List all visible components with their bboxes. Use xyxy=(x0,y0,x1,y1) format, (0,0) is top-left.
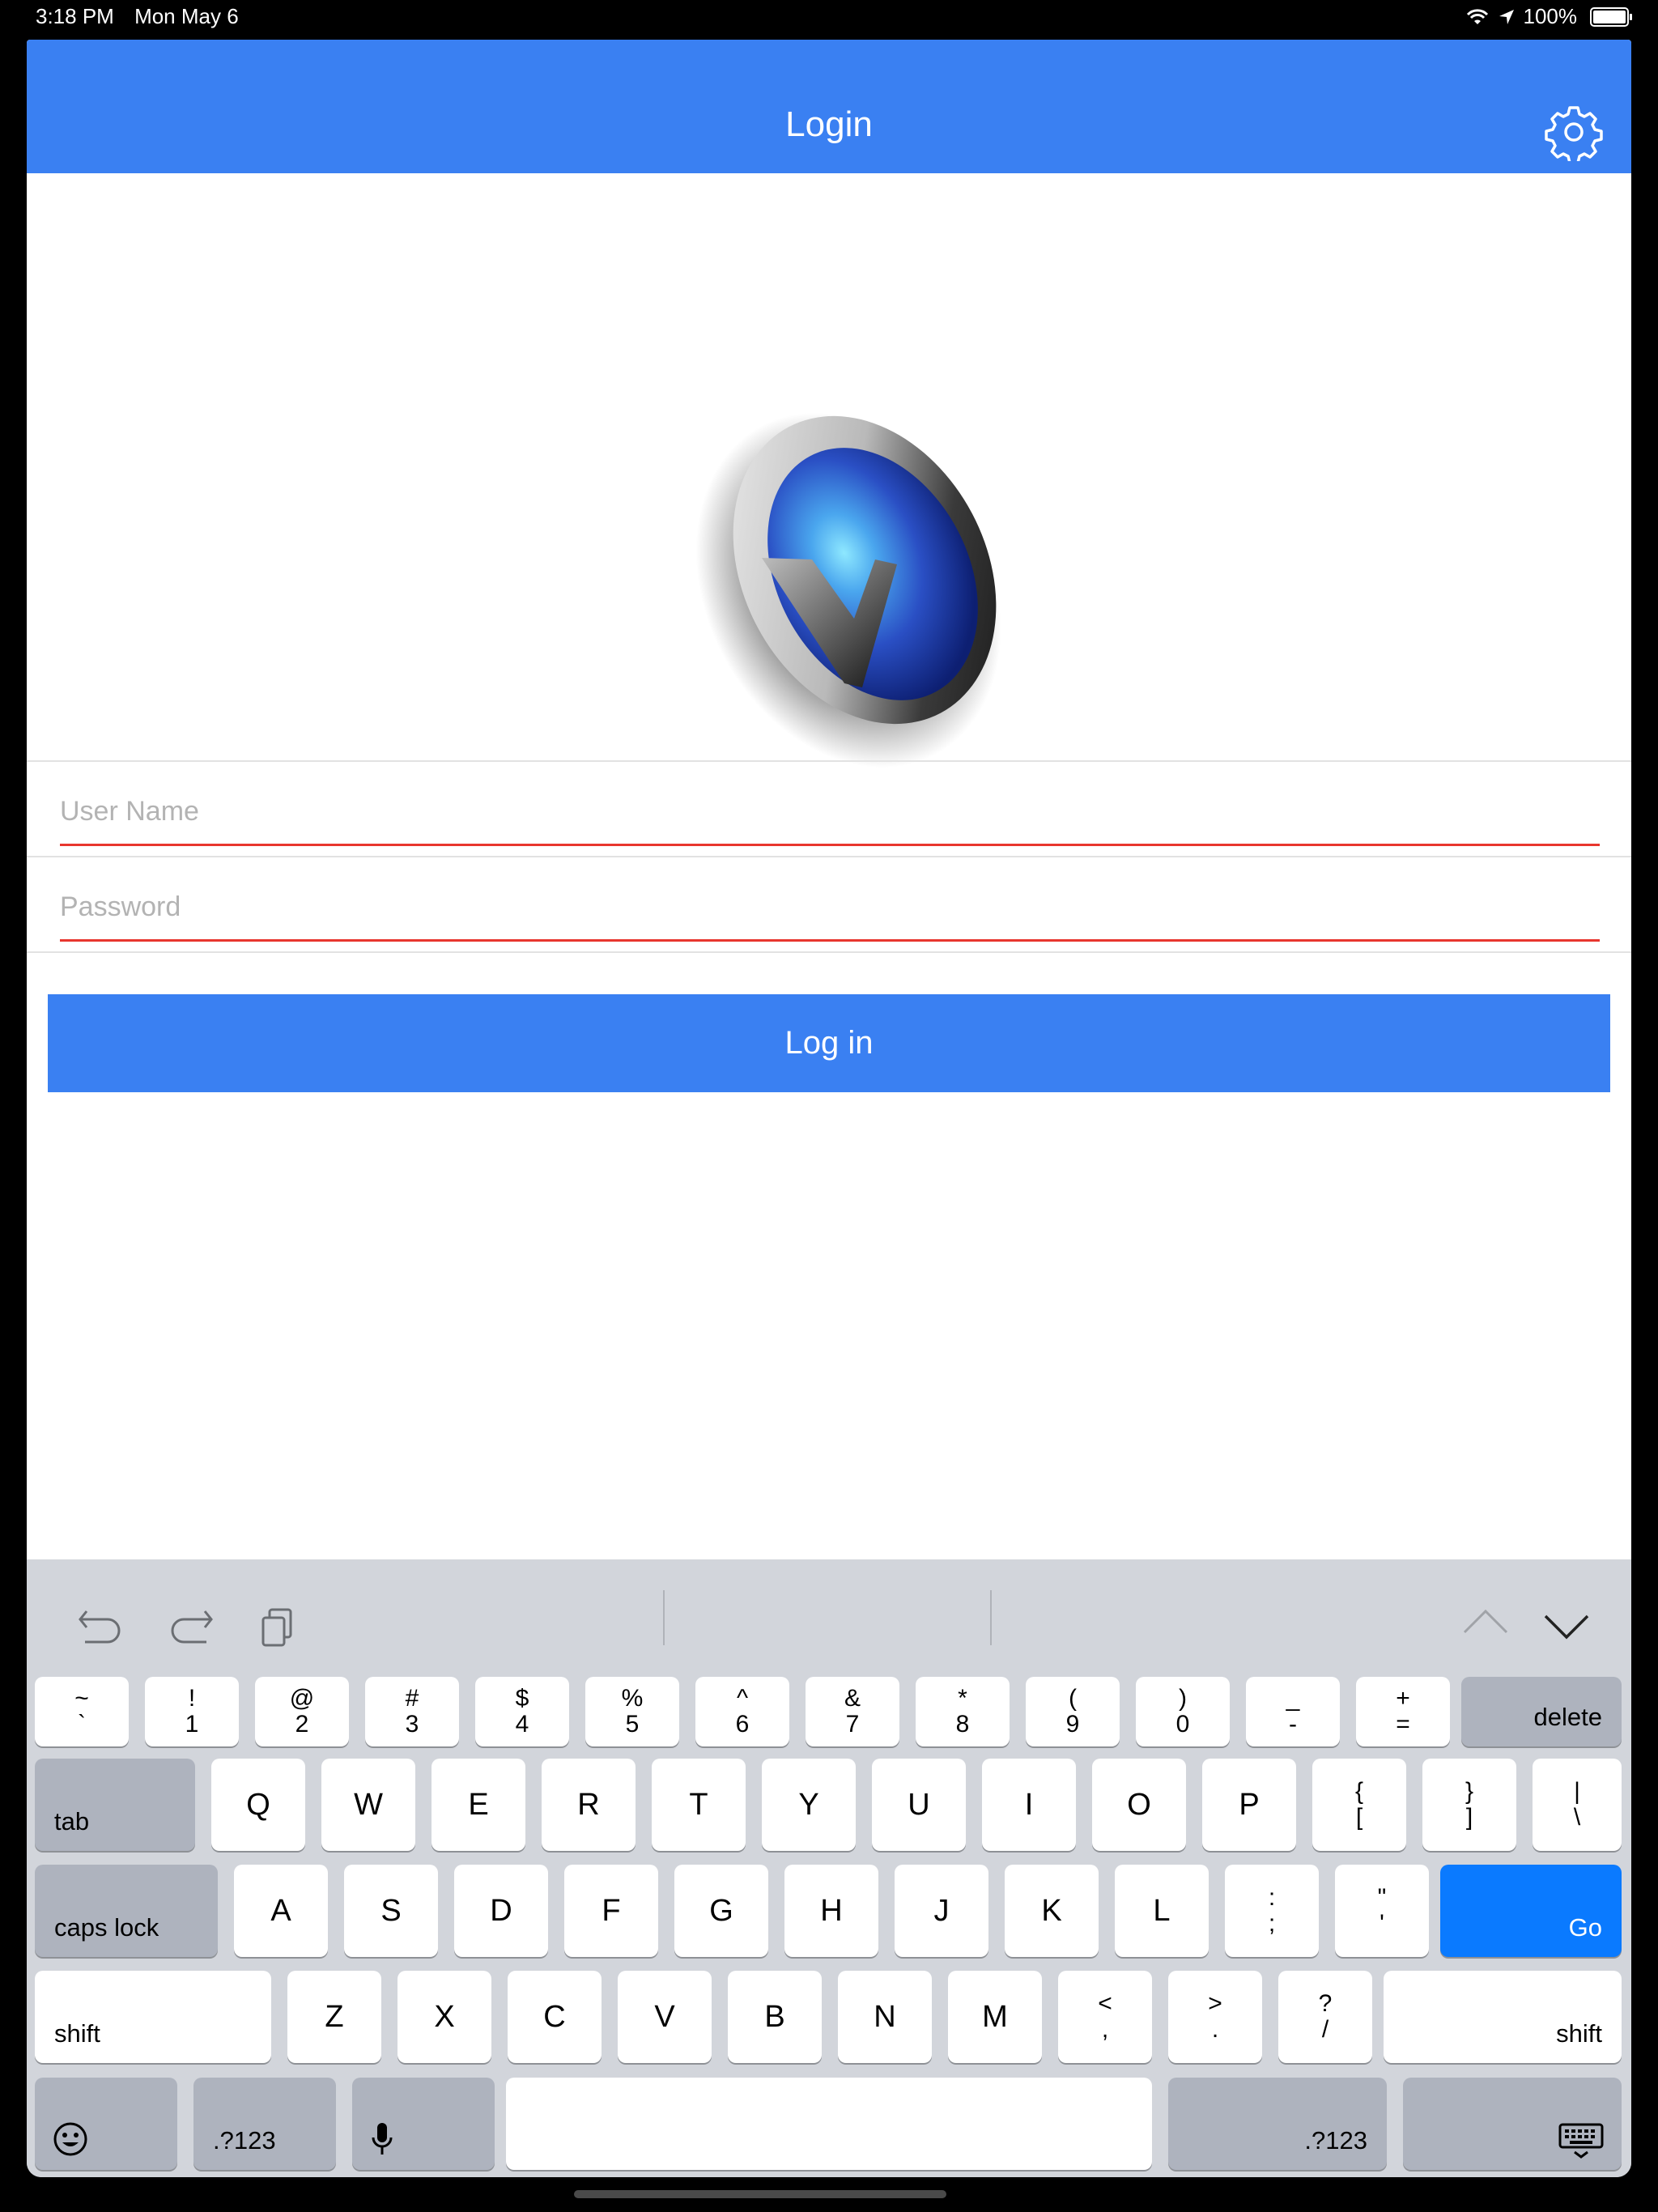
key-0[interactable]: ) 0 xyxy=(1136,1677,1230,1746)
key-1[interactable]: ! 1 xyxy=(145,1677,239,1746)
key-a[interactable]: A xyxy=(234,1865,328,1957)
key-7[interactable]: & 7 xyxy=(806,1677,899,1746)
key-8[interactable]: * 8 xyxy=(916,1677,1010,1746)
key-e[interactable]: E xyxy=(432,1759,525,1851)
key-c[interactable]: C xyxy=(508,1971,602,2063)
divider xyxy=(27,856,1631,857)
numeric-right-key[interactable]: .?123 xyxy=(1168,2078,1387,2170)
key-s[interactable]: S xyxy=(344,1865,438,1957)
key-bracket-left[interactable]: {[ xyxy=(1312,1759,1406,1851)
space-bar[interactable] xyxy=(506,2078,1152,2170)
undo-icon[interactable] xyxy=(75,1600,127,1652)
key-4[interactable]: $4 xyxy=(475,1677,569,1746)
emoji-icon xyxy=(53,2122,87,2156)
caps-lock-key[interactable]: caps lock xyxy=(35,1865,218,1957)
key-n[interactable]: N xyxy=(838,1971,932,2063)
status-date: Mon May 6 xyxy=(134,4,239,28)
key-k[interactable]: K xyxy=(1005,1865,1099,1957)
shift-left-key[interactable]: shift xyxy=(35,1971,271,2063)
key-9[interactable]: (9 xyxy=(1026,1677,1120,1746)
key-bracket-right[interactable]: }] xyxy=(1422,1759,1516,1851)
chevron-down-icon[interactable] xyxy=(1541,1600,1592,1652)
key-equals[interactable]: + = xyxy=(1356,1677,1450,1746)
wifi-icon xyxy=(1466,8,1488,24)
key-g[interactable]: G xyxy=(674,1865,768,1957)
numeric-left-key[interactable]: .?123 xyxy=(193,2078,336,2170)
key-backslash[interactable]: | \ xyxy=(1533,1759,1622,1851)
key-b[interactable]: B xyxy=(728,1971,822,2063)
key-comma[interactable]: <, xyxy=(1058,1971,1152,2063)
home-indicator[interactable] xyxy=(574,2190,946,2198)
tab-key[interactable]: tab xyxy=(35,1759,195,1851)
key-v[interactable]: V xyxy=(618,1971,712,2063)
on-screen-keyboard: ~ ` ! 1 @2 #3 $4 % 5 ^ 6 & 7 * 8 (9 ) 0 _ - + = d… xyxy=(27,1559,1631,2177)
key-2[interactable]: @2 xyxy=(255,1677,349,1746)
toolbar-divider xyxy=(663,1590,665,1645)
hide-keyboard-key[interactable] xyxy=(1403,2078,1622,2170)
key-x[interactable]: X xyxy=(397,1971,491,2063)
key-f[interactable]: F xyxy=(564,1865,658,1957)
key-quote[interactable]: " ' xyxy=(1335,1865,1429,1957)
key-q[interactable]: Q xyxy=(211,1759,305,1851)
key-period[interactable]: >. xyxy=(1168,1971,1262,2063)
toolbar-divider xyxy=(990,1590,992,1645)
dictation-key[interactable] xyxy=(352,2078,495,2170)
go-key[interactable]: Go xyxy=(1440,1865,1622,1957)
key-p[interactable]: P xyxy=(1202,1759,1296,1851)
key-t[interactable]: T xyxy=(652,1759,746,1851)
shift-right-key[interactable]: shift xyxy=(1384,1971,1622,2063)
app-window: Login User Name Log in ~ ` ! 1 @ 2 # 3 $… xyxy=(27,40,1631,2177)
hide-keyboard-icon xyxy=(1558,2123,1604,2159)
key-z[interactable]: Z xyxy=(287,1971,381,2063)
battery-icon xyxy=(1590,6,1632,27)
battery-percent: 100% xyxy=(1523,4,1578,28)
emoji-key[interactable] xyxy=(35,2078,177,2170)
status-bar: 3:18 PM Mon May 6 100% xyxy=(0,0,1658,34)
key-semicolon[interactable]: :; xyxy=(1225,1865,1319,1957)
key-y[interactable]: Y xyxy=(762,1759,856,1851)
delete-key[interactable]: delete xyxy=(1461,1677,1622,1746)
chevron-up-icon[interactable] xyxy=(1460,1600,1511,1652)
gear-icon[interactable] xyxy=(1545,103,1603,161)
key-minus[interactable]: _ - xyxy=(1246,1677,1340,1746)
key-o[interactable]: O xyxy=(1092,1759,1186,1851)
divider xyxy=(27,951,1631,953)
key-m[interactable]: M xyxy=(948,1971,1042,2063)
nav-bar: Login xyxy=(27,40,1631,173)
key-j[interactable]: J xyxy=(895,1865,988,1957)
paste-icon[interactable] xyxy=(253,1600,305,1652)
divider xyxy=(27,760,1631,762)
page-title: Login xyxy=(785,104,873,144)
key-r[interactable]: R xyxy=(542,1759,636,1851)
status-time: 3:18 PM xyxy=(36,4,114,28)
key-u[interactable]: U xyxy=(872,1759,966,1851)
key-3[interactable]: #3 xyxy=(365,1677,459,1746)
redo-icon[interactable] xyxy=(164,1600,216,1652)
location-icon xyxy=(1499,9,1514,24)
key-d[interactable]: D xyxy=(454,1865,548,1957)
key-i[interactable]: I xyxy=(982,1759,1076,1851)
key-h[interactable]: H xyxy=(784,1865,878,1957)
username-input[interactable] xyxy=(60,779,1600,846)
microphone-icon xyxy=(372,2123,393,2155)
username-field[interactable] xyxy=(60,779,1600,846)
key-backtick[interactable]: ~ ` xyxy=(35,1677,129,1746)
keyboard-toolbar xyxy=(27,1559,1631,1673)
app-logo xyxy=(695,412,1001,768)
key-l[interactable]: L xyxy=(1115,1865,1209,1957)
key-5[interactable]: % 5 xyxy=(585,1677,679,1746)
login-button[interactable]: Log in xyxy=(48,994,1610,1092)
key-6[interactable]: ^ 6 xyxy=(695,1677,789,1746)
key-w[interactable]: W xyxy=(321,1759,415,1851)
key-slash[interactable]: ? / xyxy=(1278,1971,1372,2063)
password-field[interactable] xyxy=(60,874,1600,942)
password-input[interactable] xyxy=(60,874,1600,942)
